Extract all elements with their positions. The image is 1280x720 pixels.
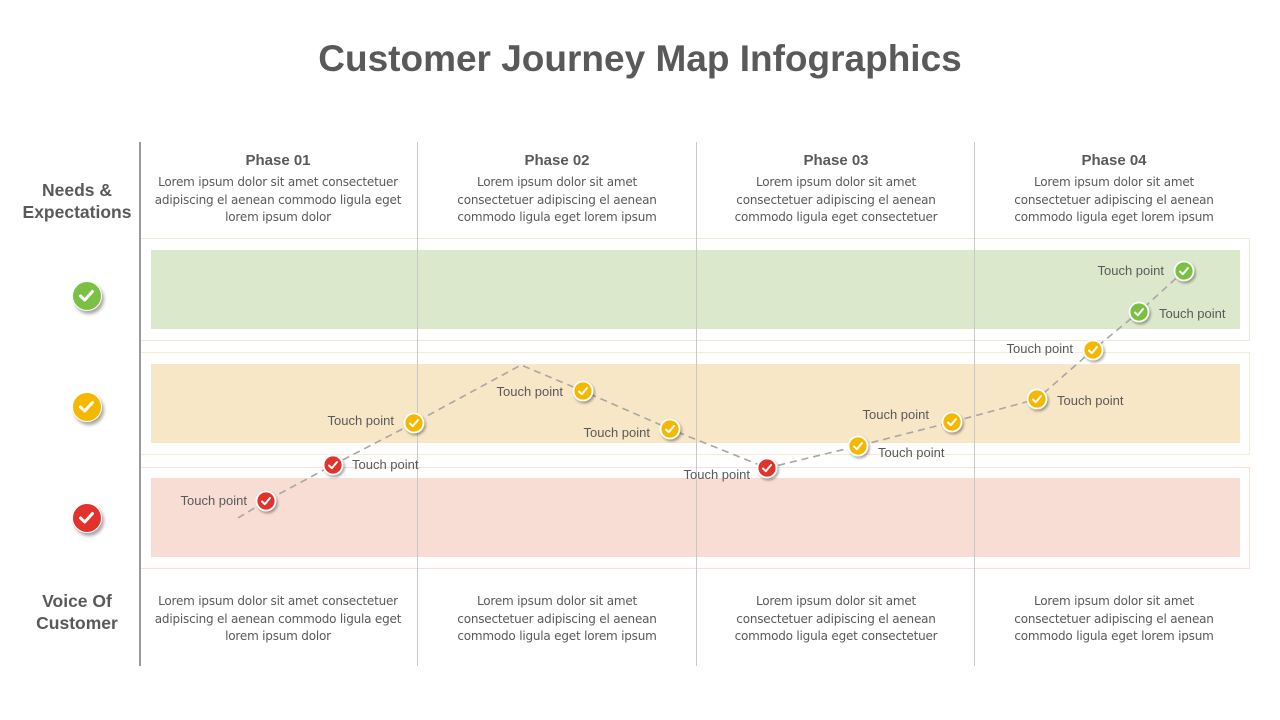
touch-point-3: Touch point [328, 412, 425, 434]
touch-point-label: Touch point [497, 384, 564, 399]
touch-point-label: Touch point [181, 493, 248, 508]
touch-point-5: Touch point [584, 418, 681, 440]
touch-point-label: Touch point [684, 467, 751, 482]
neutral-touch-point-marker [659, 418, 681, 440]
touch-point-8: Touch point [863, 407, 963, 433]
touch-points: Touch point Touch point Touch point Touch p… [181, 260, 1226, 512]
neutral-touch-point-marker [1082, 339, 1104, 361]
positive-touch-point-marker [1128, 301, 1150, 323]
neutral-touch-point-marker [403, 412, 425, 434]
touch-point-label: Touch point [863, 407, 930, 422]
negative-touch-point-marker [255, 490, 277, 512]
neutral-touch-point-marker [1026, 388, 1048, 410]
touch-point-6: Touch point [684, 457, 778, 482]
touch-point-label: Touch point [328, 413, 395, 428]
neutral-touch-point-marker [941, 411, 963, 433]
touch-point-7: Touch point [847, 435, 945, 460]
touch-point-label: Touch point [1159, 306, 1226, 321]
touch-point-label: Touch point [1057, 393, 1124, 408]
touch-point-label: Touch point [584, 425, 651, 440]
touch-point-label: Touch point [352, 457, 419, 472]
negative-touch-point-marker [756, 457, 778, 479]
touch-point-label: Touch point [1007, 341, 1074, 356]
touch-point-label: Touch point [1098, 263, 1165, 278]
touch-point-11: Touch point [1128, 301, 1226, 323]
journey-path-layer: Touch point Touch point Touch point Touch p… [181, 260, 1226, 519]
touch-point-4: Touch point [497, 380, 594, 402]
touch-point-12: Touch point [1098, 260, 1195, 282]
touch-point-2: Touch point [322, 454, 419, 476]
neutral-touch-point-marker [572, 380, 594, 402]
touch-point-9: Touch point [1026, 388, 1124, 410]
touch-point-10: Touch point [1007, 339, 1104, 361]
negative-touch-point-marker [322, 454, 344, 476]
touch-point-1: Touch point [181, 490, 277, 512]
neutral-touch-point-marker [847, 435, 869, 457]
touch-point-label: Touch point [878, 445, 945, 460]
positive-touch-point-marker [1173, 260, 1195, 282]
